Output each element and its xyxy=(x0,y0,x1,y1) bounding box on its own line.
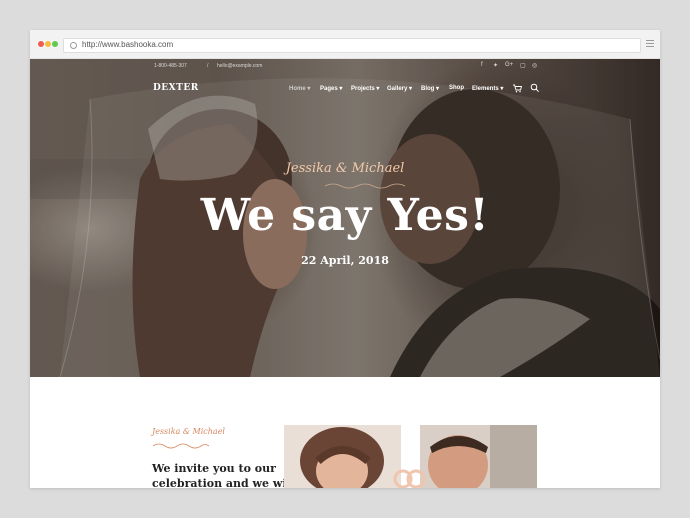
rings-icon xyxy=(393,469,426,488)
nav-elements[interactable]: Elements ▾ xyxy=(472,85,503,92)
google-plus-icon[interactable]: G+ xyxy=(505,62,513,68)
hero-couple-names: Jessika & Michael xyxy=(285,161,405,176)
browser-chrome: http://www.bashooka.com xyxy=(30,30,660,59)
invite-text-line-1: We invite you to our xyxy=(152,462,276,475)
flourish-divider xyxy=(152,443,210,449)
search-icon[interactable] xyxy=(530,83,540,93)
nav-projects[interactable]: Projects ▾ xyxy=(351,85,379,92)
groom-photo xyxy=(420,425,537,488)
chevron-down-icon: ▾ xyxy=(409,86,413,92)
invite-text-line-2: celebration and we will xyxy=(152,477,295,488)
nav-home[interactable]: Home ▾ xyxy=(289,85,310,92)
hero-title: We say Yes! xyxy=(200,190,490,241)
chevron-down-icon: ▾ xyxy=(436,86,440,92)
url-text: http://www.bashooka.com xyxy=(82,40,174,49)
phone-number[interactable]: 1-800-485-307 xyxy=(154,63,187,69)
maximize-window-dot[interactable] xyxy=(52,41,58,47)
nav-gallery[interactable]: Gallery ▾ xyxy=(387,85,412,92)
nav-shop[interactable]: Shop xyxy=(449,85,464,91)
chevron-down-icon: ▾ xyxy=(339,86,343,92)
facebook-icon[interactable]: f xyxy=(481,62,483,68)
nav-pages[interactable]: Pages ▾ xyxy=(320,85,342,92)
twitter-icon[interactable]: ✦ xyxy=(493,62,498,69)
hero-date: 22 April, 2018 xyxy=(301,254,389,267)
page-info-icon xyxy=(70,42,77,49)
email-link[interactable]: hello@example.com xyxy=(217,63,262,69)
address-bar[interactable]: http://www.bashooka.com xyxy=(63,38,641,53)
instagram-icon[interactable]: ▢ xyxy=(520,62,526,69)
nav-blog[interactable]: Blog ▾ xyxy=(421,85,439,92)
hero-section: 1-800-485-307 / hello@example.com f ✦ G+… xyxy=(30,59,660,377)
site-logo[interactable]: DEXTER xyxy=(153,83,199,93)
bride-photo xyxy=(284,425,401,488)
browser-menu-icon[interactable] xyxy=(646,40,654,49)
dribbble-icon[interactable]: ◎ xyxy=(532,62,537,69)
browser-window: http://www.bashooka.com 1-800-485-307 / … xyxy=(30,30,660,488)
cart-icon[interactable] xyxy=(512,83,522,93)
topbar-separator: / xyxy=(207,63,209,69)
close-window-dot[interactable] xyxy=(38,41,44,47)
content-couple-names: Jessika & Michael xyxy=(152,427,225,436)
chevron-down-icon: ▾ xyxy=(376,86,380,92)
minimize-window-dot[interactable] xyxy=(45,41,51,47)
chevron-down-icon: ▾ xyxy=(500,86,504,92)
chevron-down-icon: ▾ xyxy=(307,86,311,92)
